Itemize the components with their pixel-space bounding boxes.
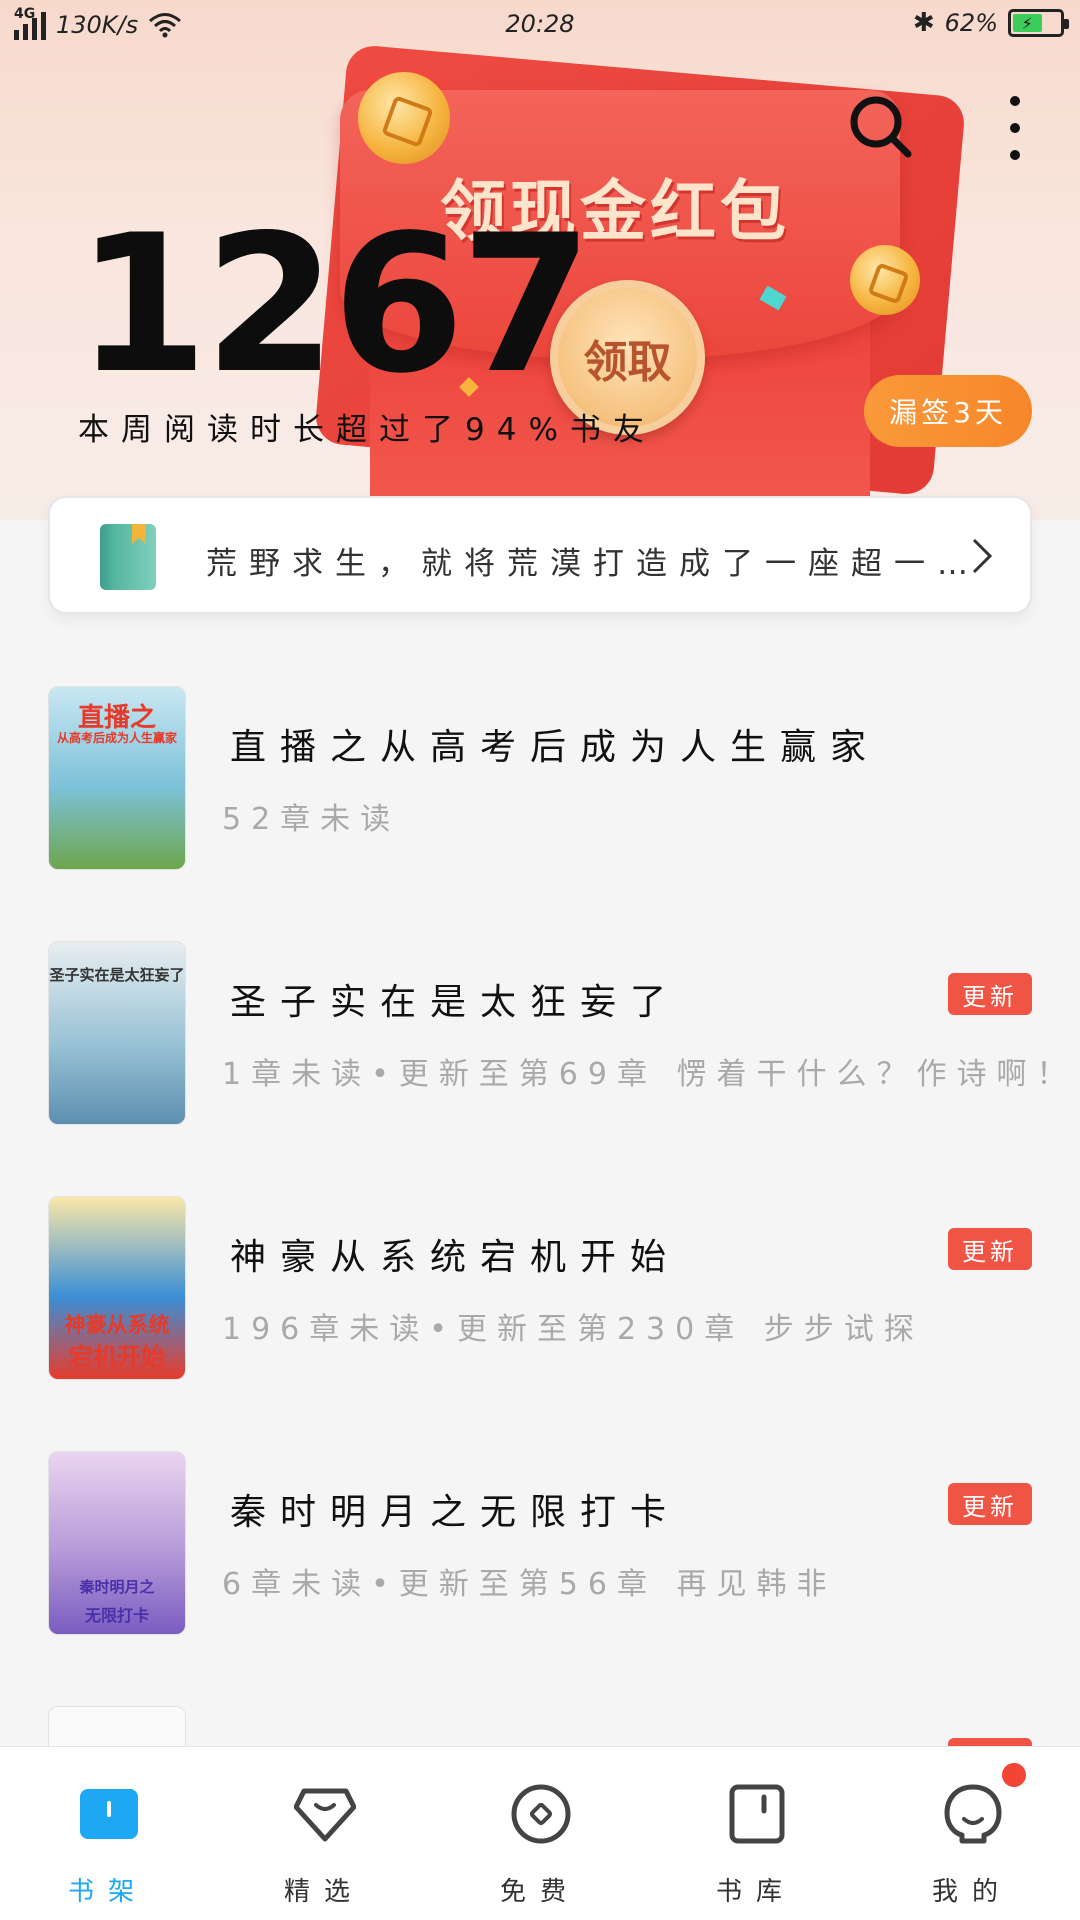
reading-minutes: 1267 [76,194,593,415]
book-progress: 196章未读•更新至第230章 步步试探 [222,1312,924,1347]
cover-subtitle-text: 宕机开始 [69,1343,165,1371]
book-cover[interactable]: 神豪从系统 宕机开始 [48,1196,186,1380]
nav-label: 我的 [931,1877,1012,1907]
book-icon [729,1784,785,1844]
nav-tab-profile[interactable]: 我的 [864,1747,1080,1920]
nav-tab-library[interactable]: 书库 [648,1747,864,1920]
book-title: 秦时明月之无限打卡 [230,1492,681,1533]
reading-rank-caption: 本周阅读时长超过了94%书友 [78,412,656,448]
book-item[interactable]: 圣子实在是太狂妄了 圣子实在是太狂妄了 1章未读•更新至第69章 愣着干什么？作… [48,941,1067,1127]
recent-reading-card[interactable]: 荒野求生，就将荒漠打造成了一座超一… [48,496,1032,614]
book-item-partial[interactable] [48,1706,1032,1746]
nav-label: 精选 [283,1877,364,1907]
book-icon [100,524,156,590]
update-badge: 更新 [948,973,1032,1015]
nav-tab-free[interactable]: 免费 [432,1747,648,1920]
book-cover[interactable] [48,1706,186,1746]
book-item[interactable]: 秦时明月之 无限打卡 秦时明月之无限打卡 6章未读•更新至第56章 再见韩非 更… [48,1451,1032,1637]
nav-label: 书库 [715,1877,796,1907]
more-menu-icon[interactable] [1000,96,1030,160]
hero-banner-area: 领现金红包 领取 4G 130K/s 20:28 ✱ 62% ⚡ 1267 本周… [0,0,1080,520]
cover-title-text: 神豪从系统 [64,1313,170,1337]
status-bar: 4G 130K/s 20:28 ✱ 62% ⚡ [0,0,1080,52]
recent-reading-text: 荒野求生，就将荒漠打造成了一座超一… [206,546,980,582]
book-progress: 52章未读 [222,802,401,837]
nav-tab-featured[interactable]: 精选 [216,1747,432,1920]
book-item[interactable]: 直播之 从高考后成为人生赢家 直播之从高考后成为人生赢家 52章未读 [48,686,1032,872]
gold-coin-icon [850,245,920,315]
book-cover[interactable]: 直播之 从高考后成为人生赢家 [48,686,186,870]
bluetooth-icon: ✱ [912,8,935,38]
book-title: 圣子实在是太狂妄了 [230,982,681,1023]
update-badge: 更新 [948,1228,1032,1270]
book-title: 神豪从系统宕机开始 [230,1237,681,1278]
search-icon[interactable] [846,92,916,162]
notification-dot [1002,1763,1026,1787]
cover-title-text: 秦时明月之 [79,1578,155,1596]
update-badge: 更新 [948,1483,1032,1525]
gold-coin-icon [358,72,450,164]
cover-title-text: 圣子实在是太狂妄了 [49,966,185,984]
battery-percent: 62% [944,9,998,37]
bottom-navigation: 书架 精选 免费 书库 我的 [0,1746,1080,1920]
cover-subtitle-text: 从高考后成为人生赢家 [56,731,177,745]
nav-tab-bookshelf[interactable]: 书架 [0,1747,216,1920]
battery-fill: ⚡ [1013,14,1042,33]
book-progress: 6章未读•更新至第56章 再见韩非 [222,1567,837,1602]
update-badge-partial [948,1738,1032,1746]
profile-icon [944,1784,1002,1844]
book-cover[interactable]: 圣子实在是太狂妄了 [48,941,186,1125]
nav-label: 书架 [67,1877,148,1907]
diamond-icon [294,1788,356,1842]
checkin-badge[interactable]: 漏签3天 [864,375,1032,447]
nav-label: 免费 [499,1877,580,1907]
book-title: 直播之从高考后成为人生赢家 [230,727,881,768]
battery-icon: ⚡ [1008,9,1069,37]
disc-icon [511,1784,571,1844]
chevron-right-icon [972,538,993,574]
book-cover[interactable]: 秦时明月之 无限打卡 [48,1451,186,1635]
cover-subtitle-text: 无限打卡 [84,1606,149,1625]
bookshelf-icon [80,1789,138,1839]
book-item[interactable]: 神豪从系统 宕机开始 神豪从系统宕机开始 196章未读•更新至第230章 步步试… [48,1196,1032,1382]
book-progress: 1章未读•更新至第69章 愣着干什么？作诗啊！ [222,1057,1077,1092]
